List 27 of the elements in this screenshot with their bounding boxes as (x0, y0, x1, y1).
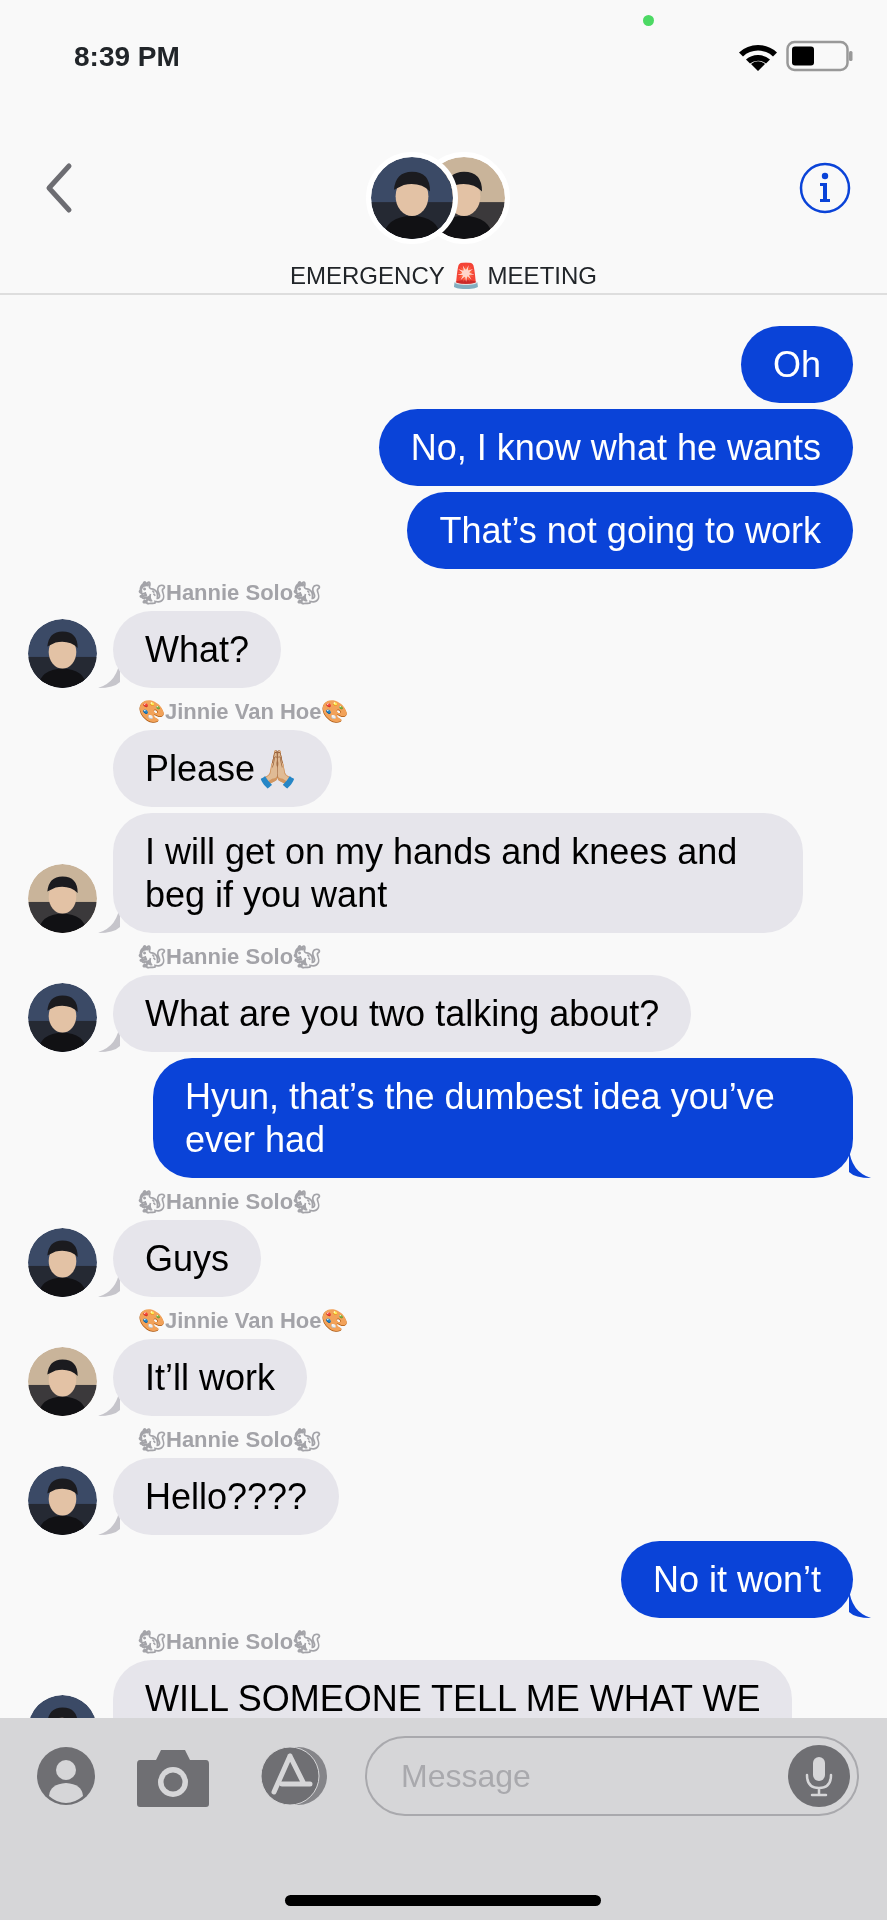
status-time: 8:39 PM (74, 40, 180, 74)
sender-name: 🐿Hannie Solo🐿 (137, 1190, 323, 1214)
microphone-icon[interactable] (787, 1744, 851, 1808)
indicator-dot (643, 15, 654, 26)
message-bubble: Guys (113, 1220, 262, 1297)
back-icon[interactable] (44, 162, 74, 214)
sender-name: 🐿Hannie Solo🐿 (137, 581, 323, 605)
contact-icon[interactable] (36, 1746, 96, 1806)
message-bubble: What? (113, 611, 282, 688)
sender-name: 🐿Hannie Solo🐿 (137, 945, 323, 969)
sender-name: 🐿Hannie Solo🐿 (137, 1630, 323, 1654)
message-bubble: No, I know what he wants (378, 409, 853, 486)
message-bubble: Please🙏🏼 (113, 730, 333, 807)
message-bubble: Hello???? (113, 1458, 340, 1535)
message-bubble: No it won’t (620, 1541, 853, 1618)
message-bubble: Oh (740, 326, 853, 403)
message-bubble: That’s not going to work (407, 492, 853, 569)
conversation-title[interactable]: EMERGENCY 🚨 MEETING (0, 258, 887, 294)
info-icon[interactable] (799, 162, 851, 214)
message-bubble: Hyun, that’s the dumbest idea you’ve ever had (153, 1058, 853, 1178)
message-bubble: What are you two talking about? (113, 975, 692, 1052)
sender-name: 🎨Jinnie Van Hoe🎨 (137, 700, 350, 724)
message-bubble: It’ll work (113, 1339, 307, 1416)
battery-icon (786, 40, 854, 72)
message-bubble: I will get on my hands and knees and beg if you want (113, 813, 803, 933)
sender-name: 🐿Hannie Solo🐿 (137, 1428, 323, 1452)
sender-name: 🎨Jinnie Van Hoe🎨 (137, 1309, 350, 1333)
